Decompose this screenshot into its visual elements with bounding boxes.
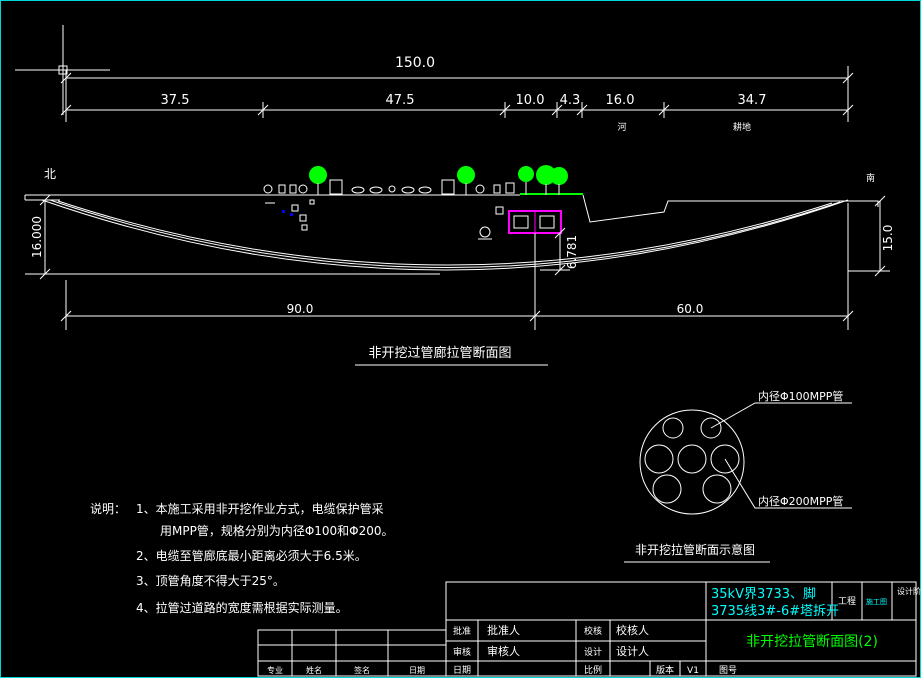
small-blue-marks <box>282 210 293 216</box>
large-pipe-label: 内径Φ200MPP管 <box>758 494 843 508</box>
approve-label: 批准 <box>453 625 471 637</box>
segment-label: 34.7 <box>738 93 767 108</box>
revision-header: 签名 <box>354 665 370 675</box>
project-name-line2: 3735线3#-6#塔拆开 <box>711 604 839 619</box>
cad-drawing: 150.0 37.5 47.5 10.0 4.3 16.0 34.7 河 耕地 … <box>15 25 921 677</box>
trees <box>309 165 568 195</box>
review-label: 审核 <box>453 646 471 658</box>
note-line: 1、本施工采用非开挖作业方式，电缆保护管采 <box>136 501 384 516</box>
depth-right-label: 15.0 <box>881 225 895 252</box>
tree-icon <box>550 167 568 195</box>
stage-tag: 施工图 <box>866 597 887 606</box>
notes-heading: 说明： <box>90 501 126 516</box>
version-value: V1 <box>687 666 699 676</box>
small-pipe-label: 内径Φ100MPP管 <box>758 389 843 403</box>
segment-label: 37.5 <box>161 93 190 108</box>
pipe-curves <box>41 199 849 271</box>
stage-label: 设计阶段 <box>897 586 921 596</box>
ucs-crosshair-icon <box>15 25 110 115</box>
note-line: 3、顶管角度不得大于25°。 <box>136 573 285 588</box>
small-pipe-icon <box>662 417 684 439</box>
date-label: 日期 <box>453 665 471 676</box>
segment-label: 4.3 <box>560 93 581 108</box>
tree-icon <box>457 166 475 195</box>
section-title: 非开挖过管廊拉管断面图 <box>368 345 511 361</box>
overall-length-label: 150.0 <box>395 55 435 71</box>
project-name-line1: 35kV界3733、脚 <box>711 586 816 602</box>
tree-icon <box>518 166 534 195</box>
note-line: 4、拉管过道路的宽度需根据实际测量。 <box>136 600 348 615</box>
revision-header: 日期 <box>409 666 425 675</box>
road-objects <box>263 179 515 240</box>
drawing-title: 非开挖拉管断面图(2) <box>746 634 878 650</box>
large-pipe-icon <box>644 444 674 474</box>
segment-label: 47.5 <box>386 93 415 108</box>
segment-label: 10.0 <box>516 93 545 108</box>
tree-icon <box>309 166 327 195</box>
review-person: 审核人 <box>487 644 520 658</box>
south-label: 南 <box>866 172 875 184</box>
large-pipe-icon <box>652 474 682 504</box>
sheet-label: 图号 <box>719 665 737 676</box>
ground-profile <box>24 194 879 223</box>
depth-left-label: 16.000 <box>30 216 44 258</box>
bottom-right-label: 60.0 <box>677 302 704 316</box>
design-label: 设计 <box>584 646 602 658</box>
note-line: 用MPP管，规格分别为内径Φ100和Φ200。 <box>160 523 394 538</box>
approve-person: 批准人 <box>487 623 520 637</box>
version-label: 版本 <box>656 664 674 676</box>
pipe-section-title: 非开挖拉管断面示意图 <box>635 542 755 557</box>
large-pipe-icon <box>702 474 732 504</box>
depth-mid-label: 6.781 <box>565 235 579 269</box>
segment-label: 16.0 <box>606 93 635 108</box>
design-person: 设计人 <box>616 645 649 658</box>
bottom-dimension <box>60 280 854 330</box>
project-tag: 工程 <box>838 596 856 607</box>
north-label: 北 <box>44 167 56 181</box>
revision-header: 专业 <box>267 665 283 675</box>
large-pipe-icon <box>677 444 707 474</box>
notes-block: 说明： 1、本施工采用非开挖作业方式，电缆保护管采 用MPP管，规格分别为内径Φ… <box>90 501 394 615</box>
note-line: 2、电缆至管廊底最小距离必须大于6.5米。 <box>136 548 367 563</box>
check-person: 校核人 <box>616 623 649 637</box>
scale-label: 比例 <box>584 664 602 676</box>
bottom-left-label: 90.0 <box>287 302 314 316</box>
river-label: 河 <box>617 121 626 133</box>
field-label: 耕地 <box>733 121 751 133</box>
pipe-gallery-box <box>508 210 562 234</box>
vertical-dimensions <box>25 194 890 330</box>
check-label: 校核 <box>584 625 602 637</box>
revision-header: 姓名 <box>306 665 322 675</box>
